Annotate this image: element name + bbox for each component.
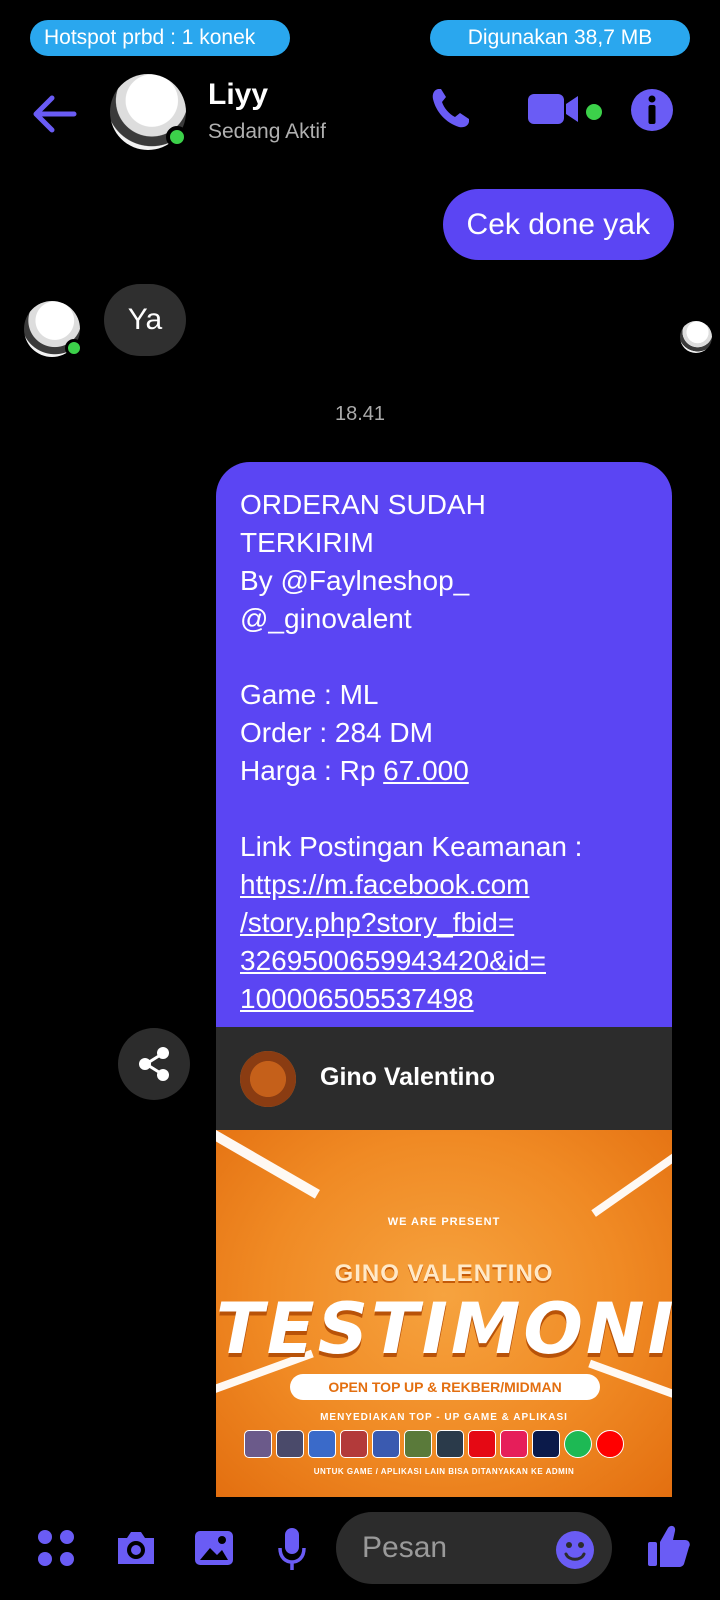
image-text-banner: OPEN TOP UP & REKBER/MIDMAN xyxy=(290,1374,600,1400)
spotify-icon xyxy=(564,1430,592,1458)
link-preview-image[interactable]: WE ARE PRESENT GINO VALENTINO TESTIMONI … xyxy=(216,1130,672,1497)
gallery-icon[interactable] xyxy=(194,1528,234,1573)
image-text-title: TESTIMONI xyxy=(216,1288,672,1370)
phone-icon[interactable] xyxy=(430,86,470,135)
order-message[interactable]: ORDERAN SUDAH TERKIRIM By @Faylneshop_ @… xyxy=(216,462,672,1497)
image-text-present: WE ARE PRESENT xyxy=(387,1216,501,1228)
microphone-icon[interactable] xyxy=(278,1528,306,1577)
facebook-link[interactable]: /story.php?story_fbid= xyxy=(240,904,648,942)
share-button[interactable] xyxy=(118,1028,190,1100)
info-icon[interactable] xyxy=(628,86,676,139)
order-amount: Order : 284 DM xyxy=(240,717,433,748)
avatar xyxy=(680,321,712,353)
data-usage-status: Digunakan 38,7 MB xyxy=(430,20,690,56)
contact-name[interactable]: Liyy xyxy=(208,78,268,112)
app-icon-row xyxy=(244,1430,624,1458)
hotstar-icon xyxy=(532,1430,560,1458)
sender-avatar[interactable] xyxy=(24,301,83,357)
chat-header: Liyy Sedang Aktif xyxy=(0,70,720,158)
game-icon xyxy=(372,1430,400,1458)
link-preview-name: Gino Valentino xyxy=(320,1063,496,1091)
camera-icon[interactable] xyxy=(114,1528,158,1573)
back-arrow-icon[interactable] xyxy=(30,92,78,136)
hotspot-status: Hotspot prbd : 1 konek xyxy=(30,20,290,56)
price-value[interactable]: 67.000 xyxy=(383,755,469,786)
netflix-icon xyxy=(468,1430,496,1458)
order-line: ORDERAN SUDAH xyxy=(240,489,486,520)
vidio-icon xyxy=(500,1430,528,1458)
contact-avatar[interactable] xyxy=(110,74,188,150)
image-text-brand: GINO VALENTINO xyxy=(334,1260,554,1287)
order-game: Game : ML xyxy=(240,679,379,710)
incoming-message[interactable]: Ya xyxy=(104,284,186,356)
share-icon xyxy=(139,1047,169,1081)
seen-receipt-avatar xyxy=(680,321,712,353)
order-message-text: ORDERAN SUDAH TERKIRIM By @Faylneshop_ @… xyxy=(216,462,672,1027)
contact-status: Sedang Aktif xyxy=(208,120,326,143)
game-icon xyxy=(404,1430,432,1458)
facebook-link[interactable]: 3269500659943420&id= xyxy=(240,942,648,980)
outgoing-message[interactable]: Cek done yak xyxy=(442,189,674,260)
page-logo xyxy=(240,1051,296,1107)
online-indicator xyxy=(65,339,83,357)
online-indicator xyxy=(166,126,188,148)
thumbs-up-icon[interactable] xyxy=(648,1524,690,1573)
youtube-icon xyxy=(596,1430,624,1458)
order-line: By @Faylneshop_ xyxy=(240,565,470,596)
game-icon xyxy=(436,1430,464,1458)
message-composer xyxy=(0,1500,720,1600)
image-text-footer: UNTUK GAME / APLIKASI LAIN BISA DITANYAK… xyxy=(313,1467,575,1476)
emoji-icon[interactable] xyxy=(555,1530,595,1575)
facebook-link[interactable]: https://m.facebook.com xyxy=(240,866,648,904)
order-line: TERKIRIM xyxy=(240,527,374,558)
message-timestamp: 18.41 xyxy=(334,403,386,425)
image-text-provide: MENYEDIAKAN TOP - UP GAME & APLIKASI xyxy=(320,1412,568,1423)
game-icon xyxy=(340,1430,368,1458)
order-line: @_ginovalent xyxy=(240,603,412,634)
link-label: Link Postingan Keamanan : xyxy=(240,831,583,862)
facebook-link[interactable]: 100006505537498 xyxy=(240,980,648,1018)
active-call-dot xyxy=(586,104,602,120)
apps-grid-icon[interactable] xyxy=(36,1528,76,1573)
video-call-icon[interactable] xyxy=(528,86,584,135)
link-preview-header[interactable]: Gino Valentino xyxy=(216,1027,672,1130)
game-icon xyxy=(244,1430,272,1458)
order-price: Harga : Rp 67.000 xyxy=(240,752,648,790)
game-icon xyxy=(308,1430,336,1458)
price-prefix: Harga : Rp xyxy=(240,755,384,786)
game-icon xyxy=(276,1430,304,1458)
